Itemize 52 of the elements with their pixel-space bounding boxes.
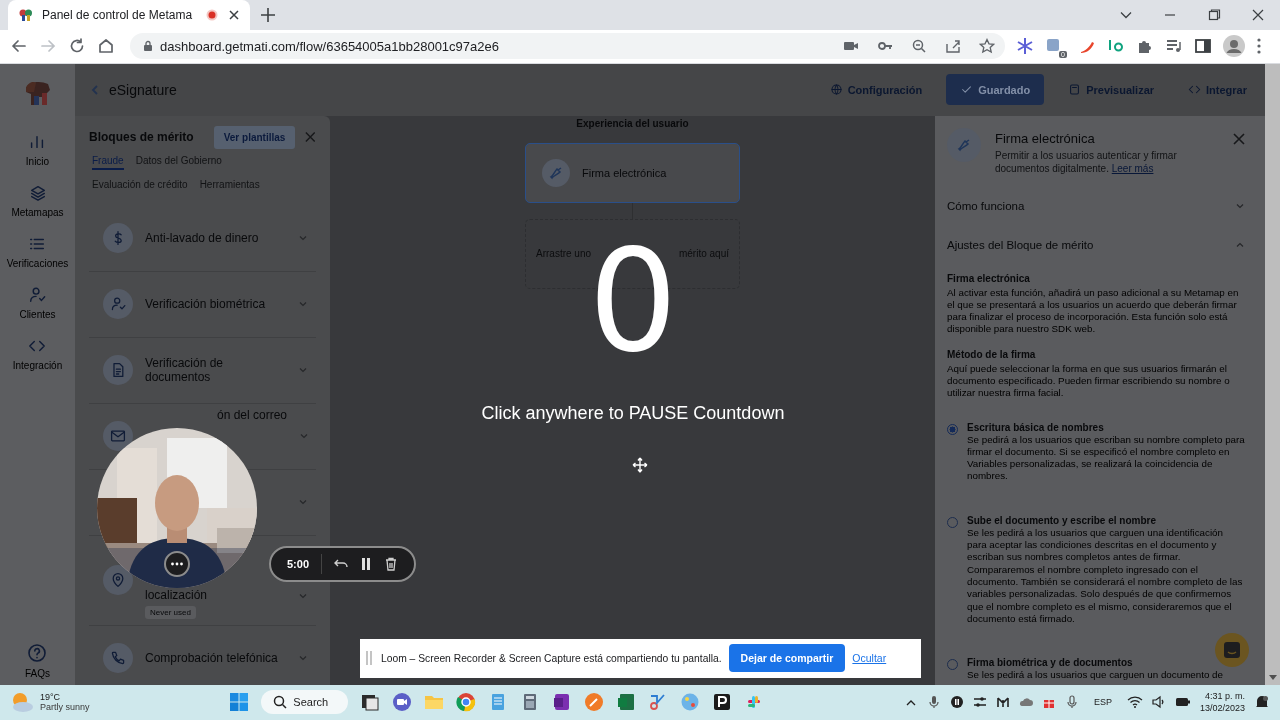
timer: 5:00 xyxy=(287,557,310,570)
subheading: Método de la firma xyxy=(947,348,1037,360)
block-title[interactable]: Verificación biométrica xyxy=(145,297,266,311)
block-title[interactable]: localización xyxy=(145,587,208,602)
option-label: Sube el documento y escribe el nombre xyxy=(967,514,1157,526)
templates-button[interactable]: Ver plantillas xyxy=(213,125,296,149)
temperature: 19°C xyxy=(40,692,62,703)
clock[interactable]: 4:31 p. m. 13/02/2023 xyxy=(1199,690,1245,715)
block-title[interactable]: Verificación de documentos xyxy=(145,356,286,384)
back-link[interactable]: eSignature xyxy=(89,81,177,98)
search-field[interactable]: Search xyxy=(261,690,349,715)
paragraph: Aquí puede seleccionar la forma en que sus usuarios firmarán el documento especificado. Pueden firmar escribiendo su nombre o utilizar nuestra firma facial. xyxy=(947,362,1231,400)
option-description: Se les pedirá a los usuarios que carguen un documento de xyxy=(967,669,1223,682)
category-tab[interactable]: Herramientas xyxy=(199,178,260,192)
section-header[interactable]: Cómo funciona xyxy=(947,194,1245,217)
header-button[interactable]: Previsualizar xyxy=(1058,75,1165,104)
header-button[interactable]: Integrar xyxy=(1178,75,1257,104)
weather-condition: Partly sunny xyxy=(40,702,90,713)
usage-badge: Never used xyxy=(145,605,196,619)
subheading: Firma electrónica xyxy=(947,272,1031,284)
address-bar[interactable]: dashboard.getmati.com/flow/63654005a1bb28001c97a2e6 xyxy=(130,33,1005,60)
paragraph: Al activar esta función, añadirá un paso adicional a su Metamap en el que se presentará a los usuarios un acuerdo que deberán firmar para finalizar el proceso de incorporación. Esta función solo está disponible para nuestro SDK web. xyxy=(947,286,1240,336)
header-button[interactable]: Guardado xyxy=(946,74,1045,105)
option-label: Firma biométrica y de documentos xyxy=(967,657,1134,669)
nav-item[interactable]: FAQs xyxy=(25,667,50,679)
tab-title: Panel de control de Metama xyxy=(42,8,194,22)
url-text: dashboard.getmati.com/flow/63654005a1bb28001c97a2e6 xyxy=(160,38,499,54)
sharing-message: Loom – Screen Recorder & Screen Capture está compartiendo tu pantalla. xyxy=(381,652,722,664)
option-label: Escritura básica de nombres xyxy=(967,421,1105,433)
header-button[interactable]: Configuración xyxy=(819,75,933,104)
panel-title: Bloques de mérito xyxy=(89,130,194,144)
language-indicator[interactable]: ESP xyxy=(1093,697,1112,708)
option-description: Se pedirá a los usuarios que escriban su nombre completo para firmar el documento. Si se especificó el nombre completo en Variables personalizadas, se realizará la coincidencia de nombres. xyxy=(967,433,1245,483)
panel-description: Permitir a los usuarios autenticar y firmar documentos digitalmente. Leer más xyxy=(995,148,1178,175)
panel-title: Firma electrónica xyxy=(995,130,1096,146)
nav-item[interactable]: Metamapas xyxy=(11,206,64,218)
block-title[interactable]: ón del correo xyxy=(217,408,288,422)
countdown-message: Click anywhere to PAUSE Countdown xyxy=(481,402,785,424)
hide-link[interactable]: Ocultar xyxy=(852,652,887,664)
category-tab[interactable]: Fraude xyxy=(92,154,124,170)
block-title[interactable]: Comprobación telefónica xyxy=(145,651,278,665)
stop-sharing-button[interactable]: Dejar de compartir xyxy=(728,644,846,672)
block-title[interactable]: Anti-lavado de dinero xyxy=(145,231,259,245)
flow-node[interactable]: Firma electrónica xyxy=(525,142,740,203)
nav-item[interactable]: Verificaciones xyxy=(6,257,69,269)
option-description: Se les pedirá a los usuarios que carguen una identificación para aceptar las condiciones descritas en el documento y escriban sus nombres completos antes de firmar. Compararemos el nombre completo ingresado con el documento. También se considerará el nombre completo de las variables personalizadas. Solo después de que confirmemos que el nombre completo es el mismo, consideraremos que el documento está firmado. xyxy=(967,526,1244,626)
nav-item[interactable]: Clientes xyxy=(19,308,56,320)
read-more-link[interactable]: Leer más xyxy=(1111,162,1154,174)
browser-tab[interactable]: Panel de control de Metama xyxy=(8,0,250,30)
nav-item[interactable]: Inicio xyxy=(25,155,50,167)
nav-item[interactable]: Integración xyxy=(12,359,63,371)
section-header[interactable]: Ajustes del Bloque de mérito xyxy=(947,233,1245,256)
